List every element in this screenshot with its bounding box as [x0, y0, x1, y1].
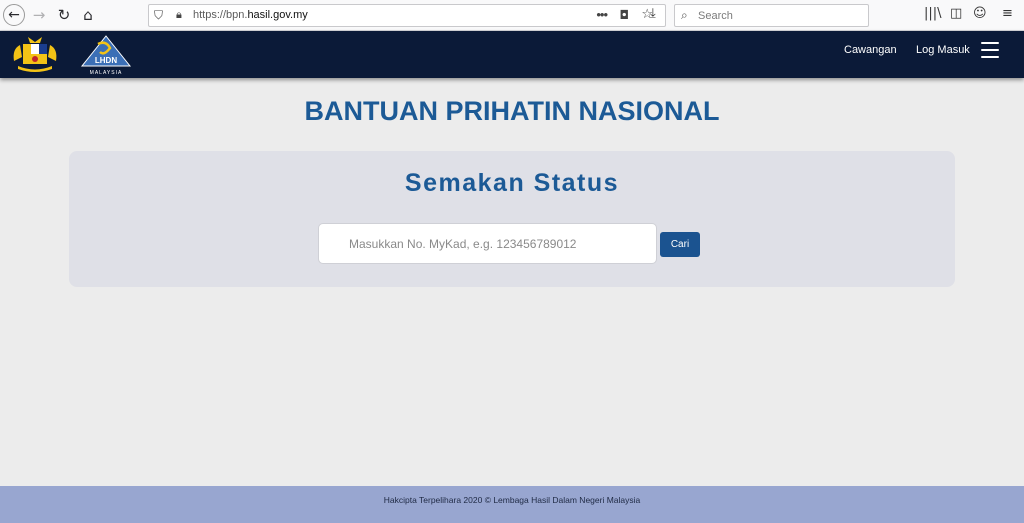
home-icon[interactable]: ⌂ — [77, 4, 99, 26]
search-placeholder: Search — [698, 10, 733, 22]
address-bar[interactable]: ⛉ 🔒︎ https://bpn.hasil.gov.my ••• ◘ ☆ — [148, 4, 666, 27]
mykad-input-placeholder: Masukkan No. MyKad, e.g. 123456789012 — [349, 237, 577, 251]
library-icon[interactable]: |||\ — [924, 6, 942, 21]
search-button[interactable]: Cari — [660, 232, 700, 257]
page-title: BANTUAN PRIHATIN NASIONAL — [304, 96, 720, 126]
lhdn-logo[interactable]: LHDN MALAYSIA — [80, 34, 132, 76]
status-check-card: Semakan Status Masukkan No. MyKad, e.g. … — [69, 151, 955, 287]
url-text[interactable]: https://bpn.hasil.gov.my — [193, 9, 308, 21]
back-arrow-icon[interactable]: ← — [3, 4, 25, 26]
malaysia-crest-logo[interactable] — [10, 35, 60, 73]
pocket-icon[interactable]: ◘ — [620, 8, 630, 22]
mykad-input[interactable]: Masukkan No. MyKad, e.g. 123456789012 — [318, 223, 657, 264]
site-footer: Hakcipta Terpelihara 2020 © Lembaga Hasi… — [0, 486, 1024, 523]
account-icon[interactable]: ☺ — [973, 6, 987, 21]
menu-icon[interactable]: ≡ — [1002, 6, 1013, 21]
lock-icon[interactable]: 🔒︎ — [176, 8, 182, 22]
forward-arrow-icon[interactable]: → — [28, 4, 50, 26]
sidebar-icon[interactable]: ◫ — [950, 6, 962, 21]
browser-toolbar: ← → ↻ ⌂ ⛉ 🔒︎ https://bpn.hasil.gov.my ••… — [0, 0, 1024, 31]
nav-link-log-masuk[interactable]: Log Masuk — [916, 44, 970, 56]
hamburger-menu-icon[interactable] — [981, 42, 999, 58]
download-icon[interactable]: ⤓ — [650, 6, 656, 21]
copyright-text: Hakcipta Terpelihara 2020 © Lembaga Hasi… — [383, 495, 641, 505]
svg-text:LHDN: LHDN — [95, 56, 117, 65]
shield-icon[interactable]: ⛉ — [154, 8, 163, 23]
nav-link-cawangan[interactable]: Cawangan — [844, 44, 897, 56]
svg-text:MALAYSIA: MALAYSIA — [90, 70, 123, 76]
card-title: Semakan Status — [404, 169, 620, 197]
more-actions-icon[interactable]: ••• — [596, 7, 608, 22]
browser-search-input[interactable]: ⌕ Search — [674, 4, 869, 27]
search-icon: ⌕ — [681, 8, 688, 22]
reload-icon[interactable]: ↻ — [53, 4, 75, 26]
site-header: LHDN MALAYSIA Cawangan Log Masuk — [0, 31, 1024, 78]
